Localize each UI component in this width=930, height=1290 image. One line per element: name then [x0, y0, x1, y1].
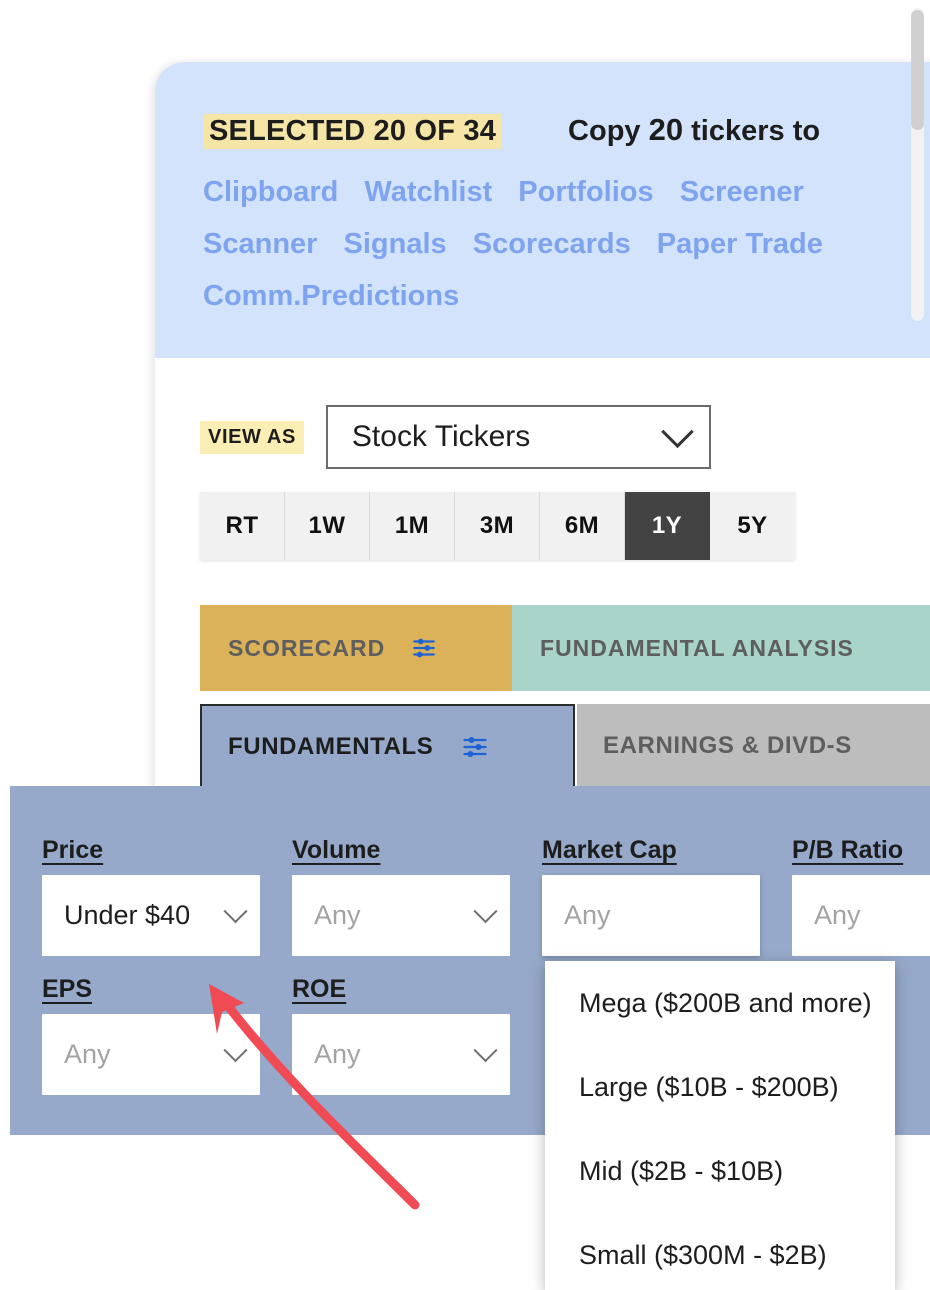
filter-roe-value: Any — [314, 1039, 361, 1070]
filter-pb-ratio: P/B Ratio Any — [792, 836, 930, 975]
range-btn-3m[interactable]: 3M — [455, 492, 540, 560]
view-as-row: VIEW AS Stock Tickers — [200, 405, 711, 469]
tab-earnings-dividends-label: EARNINGS & DIVD-S — [603, 732, 852, 760]
chevron-down-icon — [223, 899, 247, 923]
copy-tickers-label: Copy 20 tickers to — [568, 112, 820, 148]
dropdown-option-mega[interactable]: Mega ($200B and more) — [545, 961, 895, 1045]
link-scanner[interactable]: Scanner — [203, 228, 317, 260]
sliders-icon[interactable] — [461, 733, 489, 761]
chevron-down-icon — [473, 899, 497, 923]
view-as-label: VIEW AS — [200, 421, 304, 454]
chevron-down-icon — [473, 1038, 497, 1062]
filter-roe-label: ROE — [292, 975, 346, 1004]
filter-eps-label: EPS — [42, 975, 92, 1004]
filter-price: Price Under $40 — [42, 836, 290, 975]
tab-fundamental-analysis[interactable]: FUNDAMENTAL ANALYSIS — [512, 605, 930, 691]
selected-count-chip: SELECTED 20 OF 34 — [203, 114, 502, 149]
tab-earnings-dividends[interactable]: EARNINGS & DIVD-S — [577, 704, 930, 787]
copy-target-links: Clipboard Watchlist Portfolios Screener … — [203, 166, 903, 322]
filter-volume-value: Any — [314, 900, 361, 931]
tab-fundamentals-label: FUNDAMENTALS — [228, 733, 433, 761]
filter-market-cap: Market Cap Any — [542, 836, 790, 975]
dropdown-option-mid[interactable]: Mid ($2B - $10B) — [545, 1129, 895, 1213]
link-signals[interactable]: Signals — [344, 228, 447, 260]
range-btn-1y[interactable]: 1Y — [625, 492, 710, 560]
selection-banner: SELECTED 20 OF 34 Copy 20 tickers to Cli… — [155, 62, 930, 358]
view-as-select[interactable]: Stock Tickers — [326, 405, 711, 469]
link-clipboard[interactable]: Clipboard — [203, 176, 338, 208]
range-btn-1m[interactable]: 1M — [370, 492, 455, 560]
filter-roe-select[interactable]: Any — [292, 1014, 510, 1095]
filter-price-value: Under $40 — [64, 900, 190, 931]
filter-market-cap-label: Market Cap — [542, 836, 677, 865]
banner-headline-row: SELECTED 20 OF 34 Copy 20 tickers to — [203, 112, 820, 149]
chevron-down-icon — [223, 1038, 247, 1062]
chevron-down-icon — [661, 415, 694, 448]
link-screener[interactable]: Screener — [680, 176, 804, 208]
dropdown-option-small[interactable]: Small ($300M - $2B) — [545, 1213, 895, 1290]
tab-fundamentals[interactable]: FUNDAMENTALS — [200, 704, 575, 787]
filter-market-cap-select[interactable]: Any — [542, 875, 760, 956]
filter-market-cap-value: Any — [564, 900, 611, 931]
copy-count: 20 — [649, 112, 683, 147]
filter-eps: EPS Any — [42, 975, 290, 1114]
view-as-value: Stock Tickers — [352, 420, 530, 454]
screenshot-root: SELECTED 20 OF 34 Copy 20 tickers to Cli… — [0, 0, 930, 1290]
filter-volume-label: Volume — [292, 836, 380, 865]
filter-roe: ROE Any — [292, 975, 540, 1114]
dropdown-scrollbar-thumb[interactable] — [911, 10, 924, 130]
range-btn-1w[interactable]: 1W — [285, 492, 370, 560]
range-btn-6m[interactable]: 6M — [540, 492, 625, 560]
sliders-icon[interactable] — [411, 635, 437, 661]
filter-eps-select[interactable]: Any — [42, 1014, 260, 1095]
time-range-selector[interactable]: RT 1W 1M 3M 6M 1Y 5Y — [200, 492, 795, 560]
tab-scorecard[interactable]: SCORECARD — [200, 605, 512, 691]
tab-scorecard-label: SCORECARD — [228, 635, 385, 662]
filter-pb-ratio-value: Any — [814, 900, 861, 931]
link-watchlist[interactable]: Watchlist — [364, 176, 492, 208]
market-cap-dropdown[interactable]: Mega ($200B and more) Large ($10B - $200… — [545, 961, 895, 1290]
link-scorecards[interactable]: Scorecards — [473, 228, 631, 260]
link-paper-trade[interactable]: Paper Trade — [657, 228, 823, 260]
filter-price-select[interactable]: Under $40 — [42, 875, 260, 956]
link-comm-predictions[interactable]: Comm.Predictions — [203, 280, 459, 312]
filter-pb-ratio-select[interactable]: Any — [792, 875, 930, 956]
filter-pb-ratio-label: P/B Ratio — [792, 836, 903, 865]
dropdown-option-large[interactable]: Large ($10B - $200B) — [545, 1045, 895, 1129]
range-btn-5y[interactable]: 5Y — [710, 492, 795, 560]
secondary-tab-bar: FUNDAMENTALS EARNINGS & DIVD-S — [200, 704, 930, 787]
tab-fundamental-analysis-label: FUNDAMENTAL ANALYSIS — [540, 635, 854, 662]
range-btn-rt[interactable]: RT — [200, 492, 285, 560]
filter-price-label: Price — [42, 836, 103, 865]
primary-tab-bar: SCORECARD FUNDAMENTAL ANALYSIS — [200, 605, 930, 691]
link-portfolios[interactable]: Portfolios — [518, 176, 653, 208]
copy-prefix: Copy — [568, 115, 649, 147]
copy-suffix: tickers to — [683, 115, 820, 147]
filter-volume: Volume Any — [292, 836, 540, 975]
filter-eps-value: Any — [64, 1039, 111, 1070]
filter-volume-select[interactable]: Any — [292, 875, 510, 956]
